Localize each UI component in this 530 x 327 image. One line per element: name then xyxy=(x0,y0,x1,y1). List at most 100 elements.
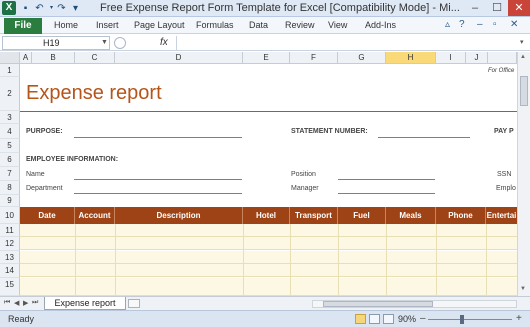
column-header[interactable]: I xyxy=(436,52,466,64)
column-header[interactable]: C xyxy=(75,52,115,64)
purpose-label: PURPOSE: xyxy=(26,128,63,135)
horizontal-scrollbar[interactable] xyxy=(312,300,517,308)
help-icon[interactable]: ? xyxy=(459,19,465,30)
name-box[interactable]: H19 xyxy=(2,36,110,50)
formula-bar-cancel-icon[interactable] xyxy=(114,37,126,49)
tab-file[interactable]: File xyxy=(4,18,42,34)
first-sheet-icon[interactable]: ⏮ xyxy=(4,299,10,307)
table-row[interactable] xyxy=(20,237,517,250)
row-header[interactable]: 7 xyxy=(0,167,20,181)
row-header[interactable]: 9 xyxy=(0,195,20,207)
sheet-tab-bar: ⏮ ◀ ▶ ⏭ Expense report xyxy=(0,296,530,310)
row-header[interactable]: 4 xyxy=(0,124,20,139)
scroll-down-icon[interactable]: ▼ xyxy=(520,286,526,292)
statement-number-field[interactable] xyxy=(378,137,470,138)
pay-period-label: PAY P xyxy=(494,128,514,135)
excel-app-icon[interactable]: X xyxy=(2,1,16,15)
formula-bar-expand-icon[interactable]: ▾ xyxy=(520,38,524,46)
vertical-scrollbar[interactable]: ▲ ▼ xyxy=(517,52,530,296)
table-header-account: Account xyxy=(75,207,115,224)
table-row[interactable] xyxy=(20,264,517,277)
name-box-dropdown-icon[interactable]: ▼ xyxy=(101,39,108,46)
manager-label: Manager xyxy=(291,185,319,192)
row-header[interactable]: 12 xyxy=(0,237,20,251)
row-header[interactable]: 5 xyxy=(0,139,20,153)
department-field[interactable] xyxy=(74,193,242,194)
save-icon[interactable]: ▪ xyxy=(20,3,31,14)
table-header-description: Description xyxy=(115,207,243,224)
row-header[interactable]: 1 xyxy=(0,64,20,77)
column-header[interactable]: B xyxy=(32,52,75,64)
zoom-in-icon[interactable]: + xyxy=(516,313,522,324)
column-header[interactable]: G xyxy=(338,52,386,64)
zoom-slider-thumb[interactable] xyxy=(460,315,464,324)
row-header[interactable]: 11 xyxy=(0,224,20,237)
workbook-restore-icon[interactable]: ▫ xyxy=(493,19,497,30)
redo-icon[interactable]: ↷ xyxy=(56,3,67,14)
minimize-button[interactable]: – xyxy=(464,0,486,16)
row-header[interactable]: 15 xyxy=(0,278,20,296)
page-layout-view-icon[interactable] xyxy=(369,314,380,324)
row-header[interactable]: 2 xyxy=(0,77,20,111)
horizontal-scroll-thumb[interactable] xyxy=(323,301,433,307)
customize-quick-access-icon[interactable]: ▾ xyxy=(70,3,81,14)
next-sheet-icon[interactable]: ▶ xyxy=(23,299,28,307)
row-header[interactable]: 14 xyxy=(0,264,20,278)
sheet-tab-expense-report[interactable]: Expense report xyxy=(44,297,126,310)
tab-page-layout[interactable]: Page Layout xyxy=(134,20,185,30)
undo-icon[interactable]: ↶ xyxy=(34,3,45,14)
prev-sheet-icon[interactable]: ◀ xyxy=(14,299,19,307)
name-field[interactable] xyxy=(74,179,242,180)
employee-id-label: Emplo xyxy=(496,185,516,192)
tab-review[interactable]: Review xyxy=(285,20,315,30)
manager-field[interactable] xyxy=(338,193,435,194)
insert-sheet-icon[interactable] xyxy=(128,299,140,308)
column-header[interactable]: F xyxy=(290,52,338,64)
zoom-out-icon[interactable]: – xyxy=(420,313,426,324)
position-label: Position xyxy=(291,171,316,178)
insert-function-icon[interactable]: fx xyxy=(160,37,168,48)
tab-insert[interactable]: Insert xyxy=(96,20,119,30)
report-title: Expense report xyxy=(26,82,162,104)
row-header[interactable]: 6 xyxy=(0,153,20,167)
workbook-close-icon[interactable]: ✕ xyxy=(510,19,518,30)
tab-formulas[interactable]: Formulas xyxy=(196,20,234,30)
employee-info-label: EMPLOYEE INFORMATION: xyxy=(26,156,119,163)
table-row[interactable] xyxy=(20,224,517,237)
worksheet[interactable]: For Office Expense report PURPOSE: STATE… xyxy=(20,64,517,296)
formula-input[interactable] xyxy=(176,36,516,50)
row-header[interactable]: 10 xyxy=(0,207,20,224)
table-row[interactable] xyxy=(20,251,517,264)
row-header[interactable]: 13 xyxy=(0,251,20,264)
zoom-slider[interactable] xyxy=(428,319,512,320)
column-header[interactable]: A xyxy=(20,52,32,64)
tab-home[interactable]: Home xyxy=(54,20,78,30)
row-header[interactable]: 8 xyxy=(0,181,20,195)
table-row[interactable] xyxy=(20,278,517,296)
workbook-minimize-icon[interactable]: – xyxy=(477,19,483,30)
maximize-button[interactable]: ☐ xyxy=(486,0,508,16)
table-header-date: Date xyxy=(20,207,75,224)
close-button[interactable]: ✕ xyxy=(508,0,530,16)
zoom-level[interactable]: 90% xyxy=(398,314,416,324)
tab-view[interactable]: View xyxy=(328,20,347,30)
last-sheet-icon[interactable]: ⏭ xyxy=(32,299,38,307)
tab-add-ins[interactable]: Add-Ins xyxy=(365,20,396,30)
column-header[interactable]: E xyxy=(243,52,290,64)
title-bar: X ▪ ↶ ▾ ↷ ▾ Free Expense Report Form Tem… xyxy=(0,0,530,17)
column-header[interactable]: J xyxy=(466,52,488,64)
page-break-view-icon[interactable] xyxy=(383,314,394,324)
select-all-button[interactable] xyxy=(0,52,20,64)
vertical-scroll-thumb[interactable] xyxy=(520,76,528,106)
row-header[interactable]: 3 xyxy=(0,111,20,124)
scroll-up-icon[interactable]: ▲ xyxy=(520,54,526,60)
tab-data[interactable]: Data xyxy=(249,20,268,30)
table-column-divider xyxy=(75,224,76,296)
column-header[interactable]: D xyxy=(115,52,243,64)
normal-view-icon[interactable] xyxy=(355,314,366,324)
purpose-field[interactable] xyxy=(74,137,242,138)
ribbon-collapse-icon[interactable]: ▵ xyxy=(445,19,450,30)
column-header-selected[interactable]: H xyxy=(386,52,436,64)
column-header[interactable] xyxy=(488,52,517,64)
position-field[interactable] xyxy=(338,179,435,180)
